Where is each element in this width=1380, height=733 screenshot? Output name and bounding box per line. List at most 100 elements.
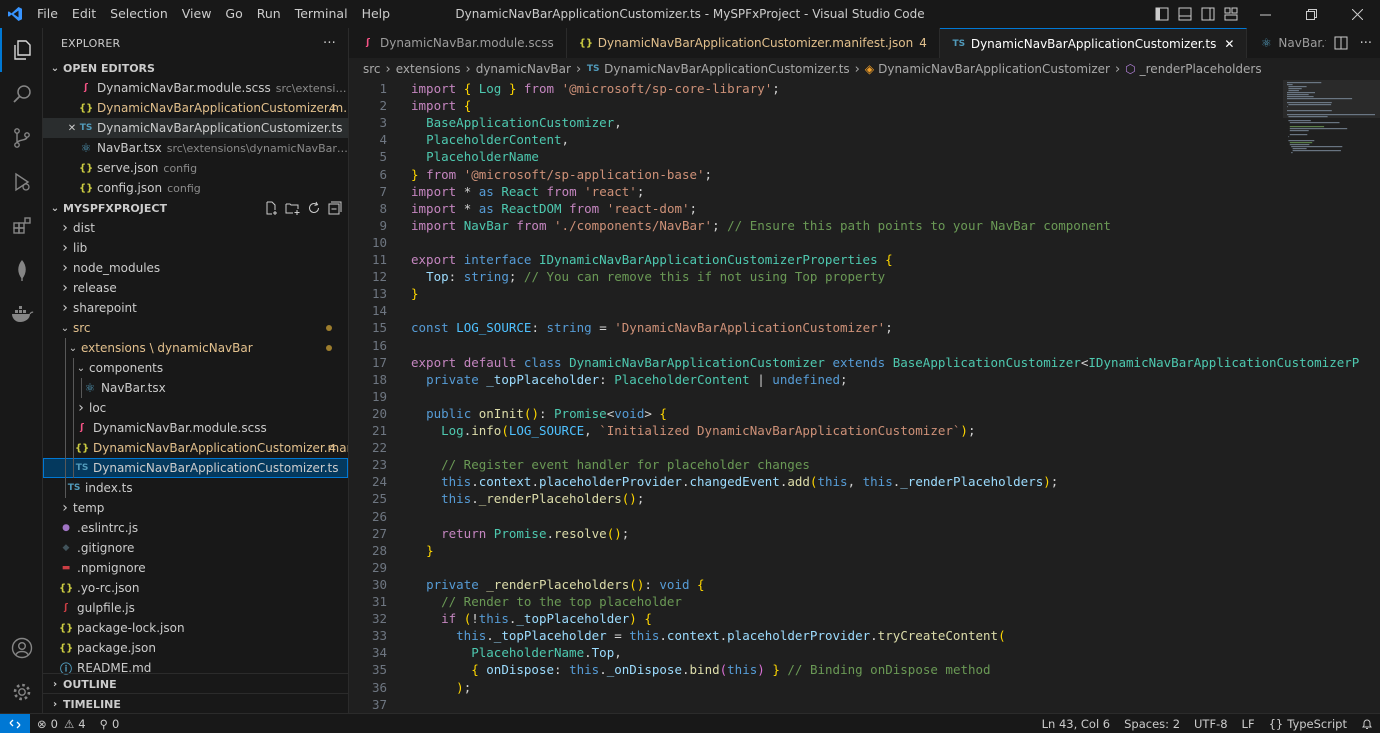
accounts-icon[interactable] [0,626,43,670]
tab-close-icon[interactable]: ✕ [1224,37,1234,51]
file-item[interactable]: {} .yo-rc.json [43,578,348,598]
toggle-panel-icon[interactable] [1173,0,1196,28]
file-item[interactable]: TS DynamicNavBarApplicationCustomizer.ts [43,458,348,478]
close-icon[interactable]: ✕ [65,123,79,134]
folder-item[interactable]: ⌄ extensions \ dynamicNavBar [43,338,348,358]
menu-file[interactable]: File [30,0,65,28]
breadcrumb: src › extensions › dynamicNavBar › TS DynamicNa… [349,58,1380,80]
folder-item[interactable]: › lib [43,238,348,258]
toggle-secondary-sidebar-icon[interactable] [1196,0,1219,28]
customize-layout-icon[interactable] [1219,0,1242,28]
minimap[interactable] [1283,80,1380,713]
editor-tab[interactable]: {} DynamicNavBarApplicationCustomizer.man… [566,28,940,58]
new-folder-icon[interactable] [285,201,300,215]
split-editor-icon[interactable] [1334,36,1348,50]
notifications-bell-icon[interactable] [1354,718,1380,730]
close-window-icon[interactable] [1334,0,1380,28]
file-item[interactable]: {} package-lock.json [43,618,348,638]
open-editor-item[interactable]: ⚛ NavBar.tsx src\extensions\dynamicNavBar\… [43,138,348,158]
open-editor-item[interactable]: ʃ DynamicNavBar.module.scss src\extensions… [43,78,348,98]
collapse-all-icon[interactable] [328,201,342,215]
file-item[interactable]: ▬ .npmignore [43,558,348,578]
encoding[interactable]: UTF-8 [1187,717,1235,731]
breadcrumb-item[interactable]: src [363,62,381,76]
tree-item-label: loc [89,401,107,415]
code-line: 11 export interface IDynamicNavBarApplica… [349,251,1284,268]
new-file-icon[interactable] [264,201,278,215]
file-item[interactable]: ● .eslintrc.js [43,518,348,538]
source-control-icon[interactable] [0,116,43,160]
chevron-right-icon: › [52,698,58,710]
ports-status[interactable]: ⚲ 0 [93,717,127,731]
editor-tab[interactable]: TS DynamicNavBarApplicationCustomizer.ts ✕ [939,28,1248,58]
file-item[interactable]: {} DynamicNavBarApplicationCustomizer.man… [43,438,348,458]
folder-item[interactable]: ⌄ components [43,358,348,378]
file-item[interactable]: {} package.json [43,638,348,658]
file-item[interactable]: ⚛ NavBar.tsx [43,378,348,398]
folder-item[interactable]: › node_modules [43,258,348,278]
docker-icon[interactable] [0,292,43,336]
menu-run[interactable]: Run [250,0,288,28]
line-number: 2 [379,98,387,114]
mongodb-icon[interactable] [0,248,43,292]
breadcrumb-item[interactable]: _renderPlaceholders [1140,62,1262,76]
folder-item[interactable]: ⌄ src [43,318,348,338]
problems-status[interactable]: ⊗ 0 ⚠ 4 [30,717,93,731]
open-editor-item[interactable]: {} serve.json config [43,158,348,178]
end-of-line[interactable]: LF [1235,717,1262,731]
menu-view[interactable]: View [175,0,219,28]
open-editor-item[interactable]: ✕ TS DynamicNavBarApplicationCustomizer.ts… [43,118,348,138]
timeline-header[interactable]: › TIMELINE [43,694,348,713]
file-item[interactable]: ʃ gulpfile.js [43,598,348,618]
react-file-icon: ⚛ [80,141,92,155]
cursor-position[interactable]: Ln 43, Col 6 [1035,717,1118,731]
line-number: 10 [371,234,387,250]
line-content: PlaceholderContent, [426,132,570,148]
indentation[interactable]: Spaces: 2 [1117,717,1187,731]
menu-edit[interactable]: Edit [65,0,103,28]
breadcrumb-item[interactable]: dynamicNavBar [476,62,571,76]
folder-item[interactable]: › release [43,278,348,298]
remote-indicator-icon[interactable] [0,713,30,733]
explorer-icon[interactable] [0,28,43,72]
line-number: 26 [371,508,387,524]
open-editor-item[interactable]: {} DynamicNavBarApplicationCustomizer.m..… [43,98,348,118]
open-editors-header[interactable]: ⌄ OPEN EDITORS [43,58,348,78]
outline-header[interactable]: › OUTLINE [43,674,348,694]
file-item[interactable]: ◆ .gitignore [43,538,348,558]
explorer-title: EXPLORER [61,36,121,50]
line-number: 7 [379,183,387,199]
file-item[interactable]: ʃ DynamicNavBar.module.scss [43,418,348,438]
extensions-icon[interactable] [0,204,43,248]
toggle-primary-sidebar-icon[interactable] [1150,0,1173,28]
file-item[interactable]: TS index.ts [43,478,348,498]
menu-go[interactable]: Go [218,0,249,28]
code-editor[interactable]: 1 import { Log } from '@microsoft/sp-core… [349,80,1380,713]
minimize-icon[interactable] [1242,0,1288,28]
breadcrumb-item[interactable]: DynamicNavBarApplicationCustomizer [878,62,1110,76]
open-editor-item[interactable]: {} config.json config [43,178,348,198]
tree-item-label: node_modules [73,261,161,275]
more-actions-icon[interactable]: ··· [323,36,336,51]
folder-item[interactable]: › sharepoint [43,298,348,318]
project-header[interactable]: ⌄ MYSPFXPROJECT [43,198,348,218]
folder-item[interactable]: › loc [43,398,348,418]
editor-tab[interactable]: ʃ DynamicNavBar.module.scss [349,28,567,58]
refresh-icon[interactable] [307,201,321,215]
restore-icon[interactable] [1288,0,1334,28]
run-debug-icon[interactable] [0,160,43,204]
line-content: PlaceholderName [426,149,539,165]
breadcrumb-item[interactable]: extensions [396,62,461,76]
folder-item[interactable]: › dist [43,218,348,238]
language-mode[interactable]: {} TypeScript [1262,717,1354,731]
menu-terminal[interactable]: Terminal [288,0,355,28]
manage-gear-icon[interactable] [0,670,43,714]
menu-help[interactable]: Help [355,0,398,28]
code-line: 22 [349,439,1284,456]
status-bar: ⊗ 0 ⚠ 4 ⚲ 0 Ln 43, Col 6 Spaces: 2 UTF-8 LF… [0,713,1380,733]
search-icon[interactable] [0,72,43,116]
editor-more-actions-icon[interactable]: ··· [1360,36,1372,51]
menu-selection[interactable]: Selection [103,0,175,28]
breadcrumb-item[interactable]: DynamicNavBarApplicationCustomizer.ts [604,62,850,76]
folder-item[interactable]: › temp [43,498,348,518]
